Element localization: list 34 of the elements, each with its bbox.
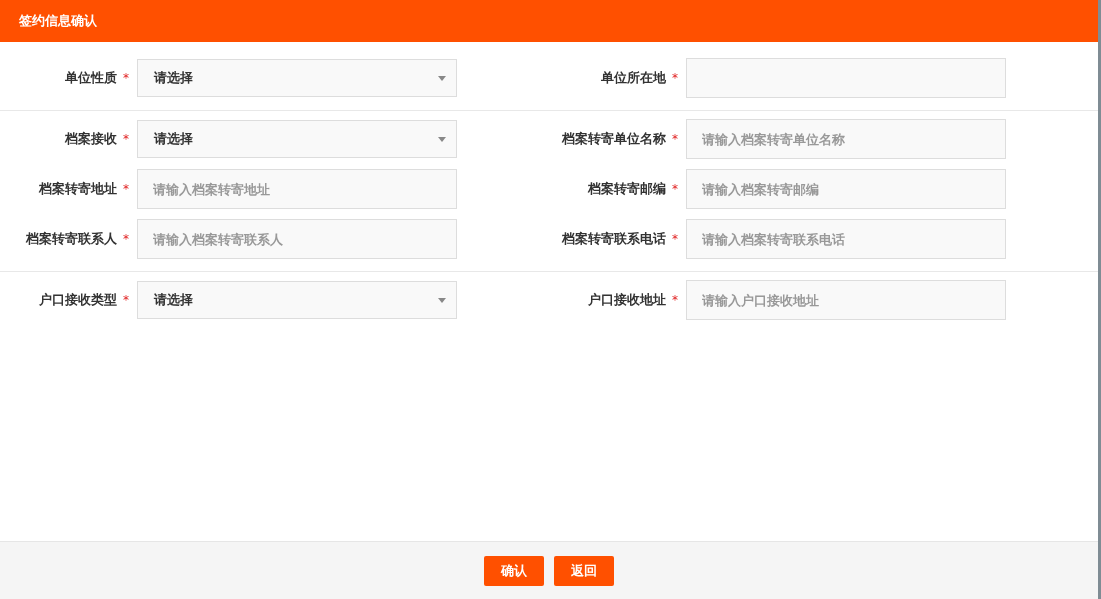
field-label: 单位性质 [65, 69, 117, 87]
required-mark: * [672, 232, 678, 246]
field-label: 户口接收地址 [588, 291, 666, 309]
field-label: 档案转寄地址 [39, 180, 117, 198]
field-label: 档案接收 [65, 130, 117, 148]
field-label: 档案转寄联系电话 [562, 230, 666, 248]
caret-icon [438, 297, 446, 303]
input-field[interactable]: 请输入档案转寄联系电话 [686, 219, 1006, 259]
field-label: 户口接收类型 [39, 291, 117, 309]
required-mark: * [672, 71, 678, 85]
required-mark: * [123, 232, 129, 246]
input-field[interactable] [686, 58, 1006, 98]
input-field[interactable]: 请输入档案转寄邮编 [686, 169, 1006, 209]
required-mark: * [672, 293, 678, 307]
required-mark: * [123, 293, 129, 307]
select-field[interactable]: 请选择 [137, 281, 457, 319]
required-mark: * [123, 182, 129, 196]
select-field[interactable]: 请选择 [137, 120, 457, 158]
dialog-title: 签约信息确认 [19, 12, 97, 30]
required-mark: * [672, 182, 678, 196]
caret-icon [438, 75, 446, 81]
field-label: 档案转寄邮编 [588, 180, 666, 198]
field-label: 档案转寄单位名称 [562, 130, 666, 148]
input-field[interactable]: 请输入档案转寄地址 [137, 169, 457, 209]
required-mark: * [123, 71, 129, 85]
required-mark: * [123, 132, 129, 146]
input-field[interactable]: 请输入户口接收地址 [686, 280, 1006, 320]
input-field[interactable]: 请输入档案转寄单位名称 [686, 119, 1006, 159]
field-label: 单位所在地 [601, 69, 666, 87]
caret-icon [438, 136, 446, 142]
required-mark: * [672, 132, 678, 146]
input-field[interactable]: 请输入档案转寄联系人 [137, 219, 457, 259]
field-label: 档案转寄联系人 [26, 230, 117, 248]
select-field[interactable]: 请选择 [137, 59, 457, 97]
